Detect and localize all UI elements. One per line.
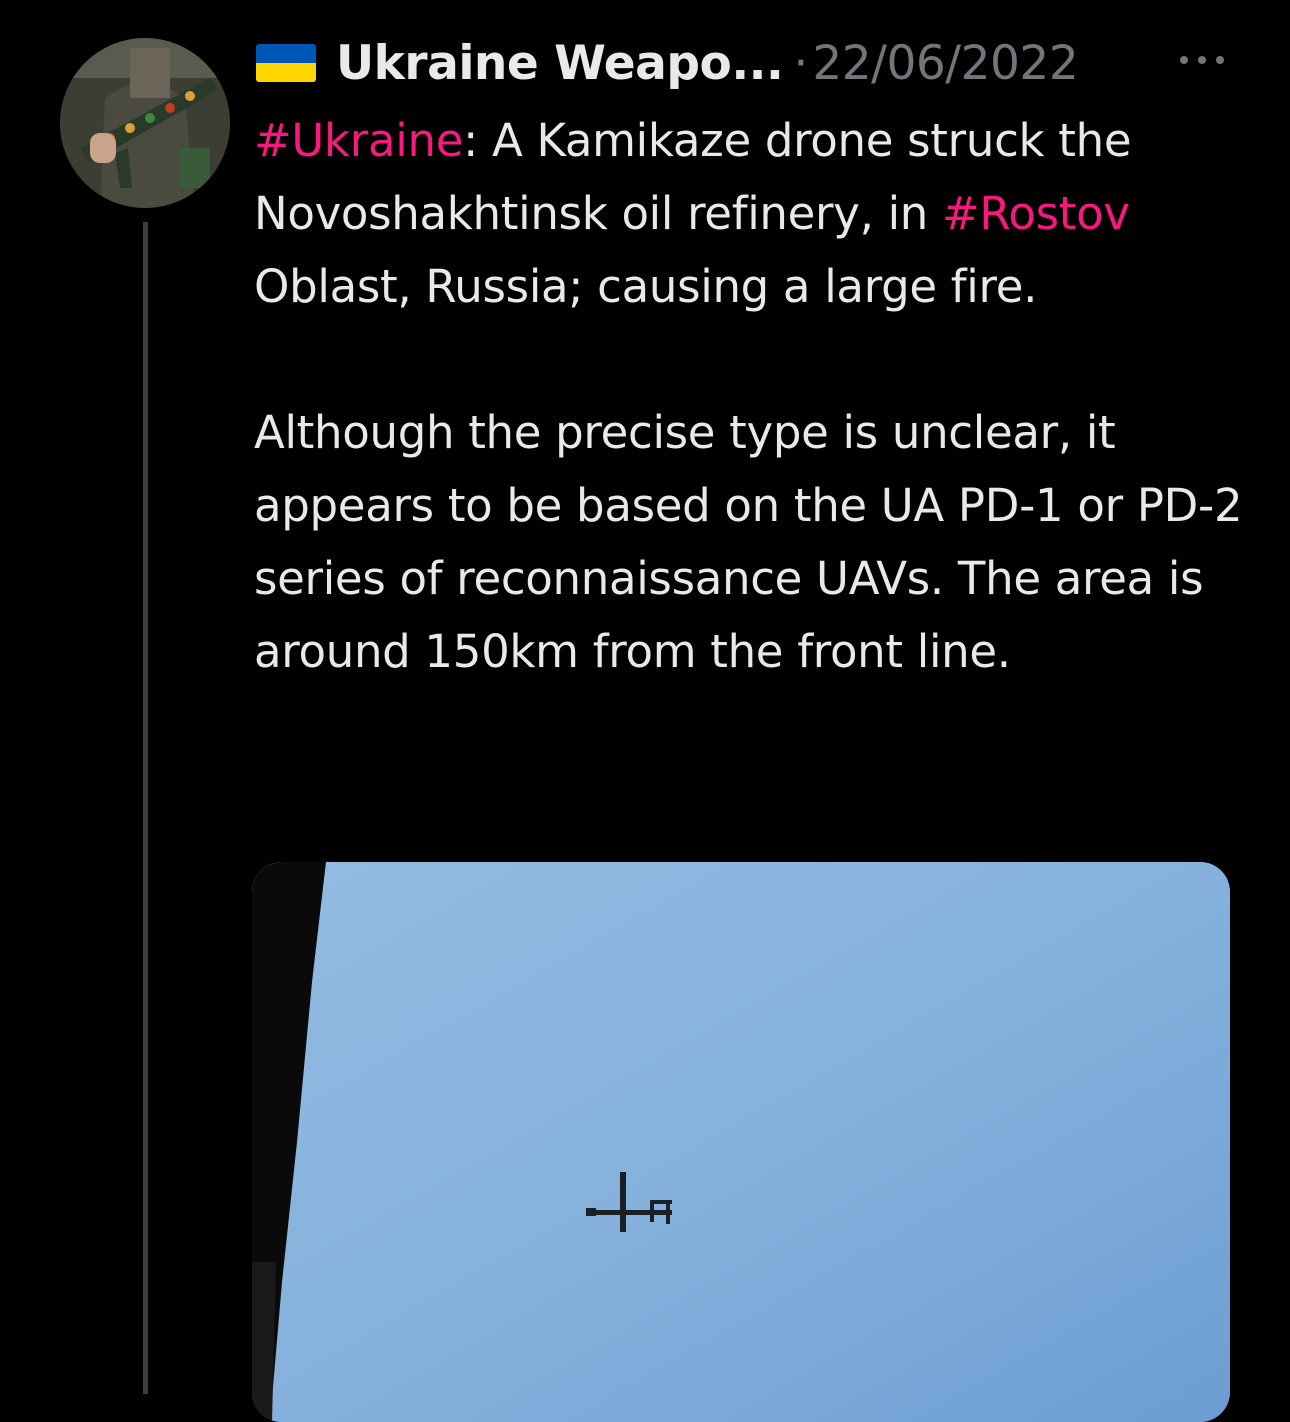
tweet-header: Ukraine Weapo... · 22/06/2022 xyxy=(256,28,1230,98)
soldier-with-rifle-avatar-icon xyxy=(60,38,230,208)
more-options-icon[interactable] xyxy=(1180,54,1224,66)
display-name[interactable]: Ukraine Weapo... xyxy=(336,36,784,91)
hashtag-link[interactable]: #Ukraine xyxy=(254,114,463,167)
avatar[interactable] xyxy=(60,38,230,208)
separator-dot: · xyxy=(793,35,809,91)
ukraine-flag-icon xyxy=(256,44,316,82)
tweet[interactable]: Ukraine Weapo... · 22/06/2022 #Ukraine: … xyxy=(0,0,1290,1422)
thread-line xyxy=(143,222,148,1394)
tweet-paragraph-2: Although the precise type is unclear, it… xyxy=(254,406,1243,678)
tweet-date[interactable]: 22/06/2022 xyxy=(812,36,1078,91)
tweet-text-segment: Oblast, Russia; causing a large fire. xyxy=(254,260,1038,313)
hashtag-link[interactable]: #Rostov xyxy=(942,187,1130,240)
drone-in-sky-photo-icon xyxy=(252,862,1230,1422)
tweet-paragraph-1: #Ukraine: A Kamikaze drone struck the No… xyxy=(254,104,1244,323)
tweet-media-image[interactable] xyxy=(252,862,1230,1422)
tweet-text: #Ukraine: A Kamikaze drone struck the No… xyxy=(254,104,1244,688)
